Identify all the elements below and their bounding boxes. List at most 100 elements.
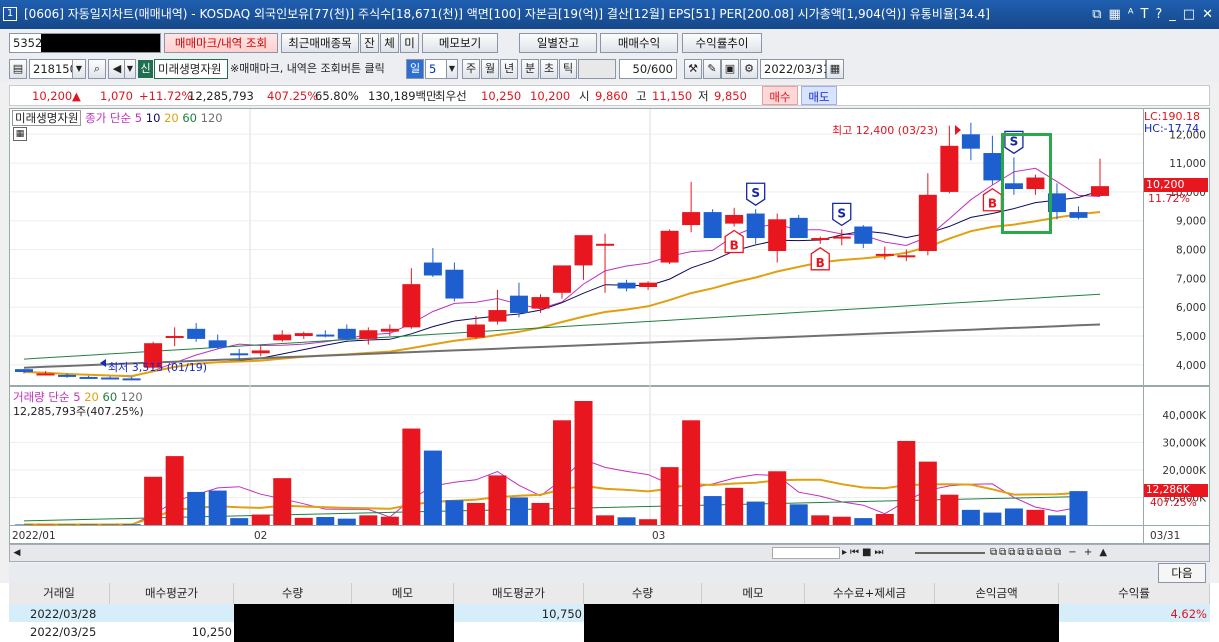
volume-bar — [768, 471, 787, 525]
open-label: 시 — [579, 89, 590, 103]
price-tick-label: 5,000 — [1176, 331, 1206, 343]
volume-bar — [1026, 509, 1045, 525]
volume-current-tag: 12,286K — [1144, 484, 1208, 497]
chart-scrollbar[interactable]: ◀ ▸⏮■⏭ ⧉⧉⧉⧉⧉⧉⧉⧉ − + ▲ — [9, 544, 1210, 562]
memo-view-button[interactable]: 메모보기 — [422, 33, 498, 53]
volume-value: 12,285,793 — [188, 89, 254, 103]
period-day-button[interactable]: 일 — [406, 59, 424, 79]
period-year-button[interactable]: 년 — [500, 59, 518, 79]
period-min-button[interactable]: 분 — [521, 59, 539, 79]
best-bid: 10,200 — [530, 89, 571, 103]
maximize-icon[interactable]: □ — [1183, 0, 1195, 29]
col-header-sell-memo[interactable]: 메모 — [702, 583, 805, 604]
amount-value: 130,189백만 — [368, 89, 437, 103]
ma60-label: 60 — [182, 111, 197, 125]
buy-button[interactable]: 매수 — [762, 86, 798, 105]
tools-icon[interactable]: ⚒ — [684, 59, 702, 79]
help-icon[interactable]: ? — [1155, 0, 1162, 29]
calendar-icon[interactable]: ▦ — [826, 59, 844, 79]
recent-trades-button[interactable]: 최근매매종목 — [281, 33, 359, 53]
nav-controls[interactable]: ▸⏮■⏭ — [842, 545, 886, 561]
period-number-input[interactable]: 5 — [425, 59, 447, 79]
window-icon[interactable]: ⧉ — [1092, 0, 1101, 29]
scroll-thumb[interactable] — [772, 547, 840, 559]
row1-sell-avg: 10,750 — [541, 607, 582, 621]
chevron-down-icon[interactable]: ▼ — [72, 59, 86, 79]
daily-balance-button[interactable]: 일별잔고 — [519, 33, 597, 53]
scroll-left-icon[interactable]: ◀ — [10, 545, 24, 561]
volume-bar — [337, 518, 356, 525]
stock-name-field[interactable]: 미래생명자원 — [154, 59, 228, 79]
save-icon[interactable]: ▣ — [721, 59, 739, 79]
hc-value: HC:-17.74 — [1144, 122, 1200, 135]
xaxis-line — [10, 525, 1209, 526]
volume-bar — [875, 513, 894, 525]
open-value: 9,860 — [595, 89, 628, 103]
col-header-return[interactable]: 수익률 — [1059, 583, 1210, 604]
col-header-date[interactable]: 거래일 — [9, 583, 110, 604]
minimize-icon[interactable]: _ — [1169, 0, 1176, 29]
volume-tick-label: 20,000K — [1162, 465, 1207, 477]
tab-mi[interactable]: 미 — [400, 33, 419, 53]
gear-icon[interactable]: ⚙ — [740, 59, 758, 79]
candle-body — [251, 350, 270, 354]
highlight-box — [1001, 133, 1052, 234]
new-badge: 신 — [138, 60, 153, 78]
tick-select[interactable] — [578, 59, 616, 79]
candle-body — [509, 295, 528, 313]
candle-body — [832, 236, 851, 239]
return-trend-button[interactable]: 수익률추이 — [682, 33, 762, 53]
period-month-button[interactable]: 월 — [481, 59, 499, 79]
price-tick-label: 8,000 — [1176, 245, 1206, 257]
tab-jan[interactable]: 잔 — [360, 33, 379, 53]
search-icon[interactable]: ⌕ — [88, 59, 106, 79]
zoom-slider[interactable] — [915, 552, 985, 554]
col-header-pnl[interactable]: 손익금액 — [935, 583, 1059, 604]
tool-icons[interactable]: ⧉⧉⧉⧉⧉⧉⧉⧉ − + ▲ — [990, 545, 1109, 561]
period-week-button[interactable]: 주 — [462, 59, 480, 79]
volume-bar — [273, 478, 292, 525]
chart-area[interactable]: BSBSBS 4,000 5,000 6,000 7,000 8,000 9,000 10,… — [9, 108, 1210, 544]
vol-ma-label: 거래량 단순 — [13, 390, 70, 404]
period-tick-button[interactable]: 틱 — [559, 59, 577, 79]
font-size-icon[interactable]: ᴬ — [1128, 0, 1134, 29]
date-tick-label: 03 — [652, 530, 665, 542]
candle-body — [402, 284, 421, 328]
col-header-buy-memo[interactable]: 메모 — [352, 583, 454, 604]
trade-profit-button[interactable]: 매매수익 — [600, 33, 678, 53]
buysell-mark-button[interactable]: 매매마크/내역 조회 — [164, 33, 278, 53]
col-header-buy-avg[interactable]: 매수평균가 — [110, 583, 234, 604]
period-sec-button[interactable]: 초 — [540, 59, 558, 79]
toolbar-stock: ▤ 218150 ▼ ⌕ ◀ ▼ 신 미래생명자원 ※매매마크, 내역은 조회버… — [0, 56, 1219, 82]
sell-button[interactable]: 매도 — [801, 86, 837, 105]
close-icon[interactable]: ✕ — [1202, 0, 1213, 29]
ma5-label: 5 — [134, 111, 143, 125]
tab-che[interactable]: 체 — [380, 33, 399, 53]
volume-bar — [402, 428, 421, 525]
volume-bar — [165, 456, 184, 525]
col-header-buy-qty[interactable]: 수량 — [234, 583, 352, 604]
text-icon[interactable]: T — [1140, 0, 1148, 29]
volume-bar — [101, 524, 120, 525]
volume-bar — [918, 461, 937, 525]
change-pct: +11.72% — [139, 89, 193, 103]
col-header-sell-qty[interactable]: 수량 — [584, 583, 702, 604]
volume-bar — [144, 476, 163, 525]
date-input[interactable]: 2022/03/31 — [760, 59, 830, 79]
col-header-fees[interactable]: 수수료+제세금 — [805, 583, 935, 604]
grid-toggle-icon[interactable]: ▦ — [13, 127, 27, 141]
candle-body — [488, 310, 507, 322]
chevron-down-icon-2[interactable]: ▼ — [124, 59, 136, 79]
col-header-sell-avg[interactable]: 매도평균가 — [454, 583, 584, 604]
account-input[interactable]: 5352- — [9, 33, 161, 53]
candle-body — [15, 369, 33, 373]
candle-body — [1069, 212, 1088, 218]
layout-icon[interactable]: ▤ — [9, 59, 27, 79]
chevron-down-icon-3[interactable]: ▼ — [446, 59, 458, 79]
chart-icon[interactable]: ▦ — [1109, 0, 1121, 29]
next-button[interactable]: 다음 — [1158, 563, 1206, 583]
volume-bar — [961, 509, 980, 525]
pen-icon[interactable]: ✎ — [703, 59, 721, 79]
count-input[interactable]: 50/600 — [619, 59, 677, 79]
volume-bar — [725, 487, 744, 525]
